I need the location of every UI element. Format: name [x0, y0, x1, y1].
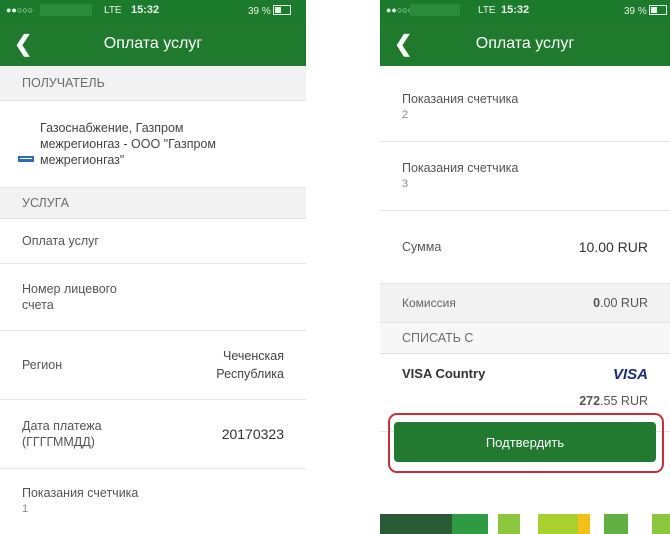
date-label-line2: (ГГГГММДД)	[22, 435, 95, 449]
clock: 15:32	[501, 4, 530, 16]
clock: 15:32	[131, 4, 160, 16]
battery-icon	[648, 5, 667, 15]
confirm-button[interactable]: Подтвердить	[394, 422, 656, 462]
meter-reading-3-field[interactable]: Показания счетчика 3	[380, 142, 670, 211]
signal-dots-icon: ●●○○○	[6, 5, 34, 15]
sum-field[interactable]: Сумма 10.00 RUR	[380, 211, 670, 284]
fee-label: Комиссия	[402, 296, 456, 310]
service-row: Оплата услуг	[0, 219, 306, 264]
carrier-redacted	[40, 4, 92, 16]
meter-reading-1-field[interactable]: Показания счетчика 1	[0, 469, 306, 533]
footer-stripe	[652, 514, 670, 534]
sum-label: Сумма	[402, 240, 442, 254]
meter1-label: Показания счетчика	[22, 486, 139, 500]
account-number-field[interactable]: Номер лицевого счета	[0, 264, 306, 331]
payment-date-field[interactable]: Дата платежа (ГГГГММДД) 20170323	[0, 400, 306, 469]
footer-stripe	[498, 514, 520, 534]
region-label: Регион	[22, 358, 63, 372]
battery-icon	[272, 5, 291, 15]
card-name: VISA Country	[402, 366, 486, 381]
status-bar: ●●○○○ LTE 15:32 39 %	[380, 0, 670, 22]
network-type: LTE	[478, 5, 496, 16]
sum-value: 10.00 RUR	[578, 239, 648, 255]
meter2-label: Показания счетчика	[402, 91, 519, 106]
meter3-label: Показания счетчика	[402, 161, 519, 175]
page-title: Оплата услуг	[103, 35, 203, 52]
page-title: Оплата услуг	[475, 35, 575, 52]
recipient-name-line2: межрегионгаз - ООО "Газпром	[40, 137, 216, 151]
right-screen: ●●○○○ LTE 15:32 39 % ❮ Оплата услуг Пока…	[380, 0, 670, 534]
section-header-recipient: ПОЛУЧАТЕЛЬ	[0, 66, 306, 101]
carrier-redacted	[410, 4, 460, 16]
meter1-value: 1	[22, 503, 29, 515]
gazprom-logo-icon	[18, 156, 34, 162]
battery-level: 39 %	[624, 5, 667, 17]
date-label-line1: Дата платежа	[22, 419, 102, 433]
section-header-debit: СПИСАТЬ С	[380, 323, 670, 354]
confirm-highlight: Подтвердить	[388, 413, 664, 473]
left-screen: ●●○○○ LTE 15:32 39 % ❮ Оплата услуг ПОЛУ…	[0, 0, 306, 534]
service-value: Оплата услуг	[22, 234, 99, 248]
fee-row: Комиссия 0.00 RUR	[380, 284, 670, 323]
date-value: 20170323	[221, 426, 284, 442]
footer-stripe	[604, 514, 628, 534]
footer-stripe	[452, 514, 488, 534]
nav-bar: ❮ Оплата услуг	[0, 22, 306, 66]
recipient-name-line3: межрегионгаз"	[40, 153, 125, 167]
status-bar: ●●○○○ LTE 15:32 39 %	[0, 0, 306, 22]
meter-reading-2-field[interactable]: Показания счетчика 2	[380, 66, 670, 142]
network-type: LTE	[104, 5, 122, 16]
fee-value-rest: .00 RUR	[600, 296, 648, 310]
recipient-row: Газоснабжение, Газпром межрегионгаз - ОО…	[0, 101, 306, 188]
battery-level: 39 %	[248, 5, 291, 17]
region-value-line2: Республика	[216, 367, 284, 381]
meter2-value: 2	[402, 108, 409, 121]
section-header-service: УСЛУГА	[0, 188, 306, 219]
card-balance-int: 272	[579, 394, 601, 408]
recipient-name-line1: Газоснабжение, Газпром	[40, 121, 184, 135]
account-label-line2: счета	[22, 298, 54, 312]
visa-logo-icon: VISA	[612, 366, 648, 383]
account-label-line1: Номер лицевого	[22, 282, 117, 296]
region-row[interactable]: Регион Чеченская Республика	[0, 331, 306, 400]
footer-stripe	[380, 514, 452, 534]
footer-stripe	[578, 514, 590, 534]
card-balance-rest: .55 RUR	[600, 394, 648, 408]
region-value-line1: Чеченская	[223, 349, 284, 363]
footer-stripe	[538, 514, 578, 534]
meter3-value: 3	[402, 178, 409, 190]
nav-bar: ❮ Оплата услуг	[380, 22, 670, 66]
